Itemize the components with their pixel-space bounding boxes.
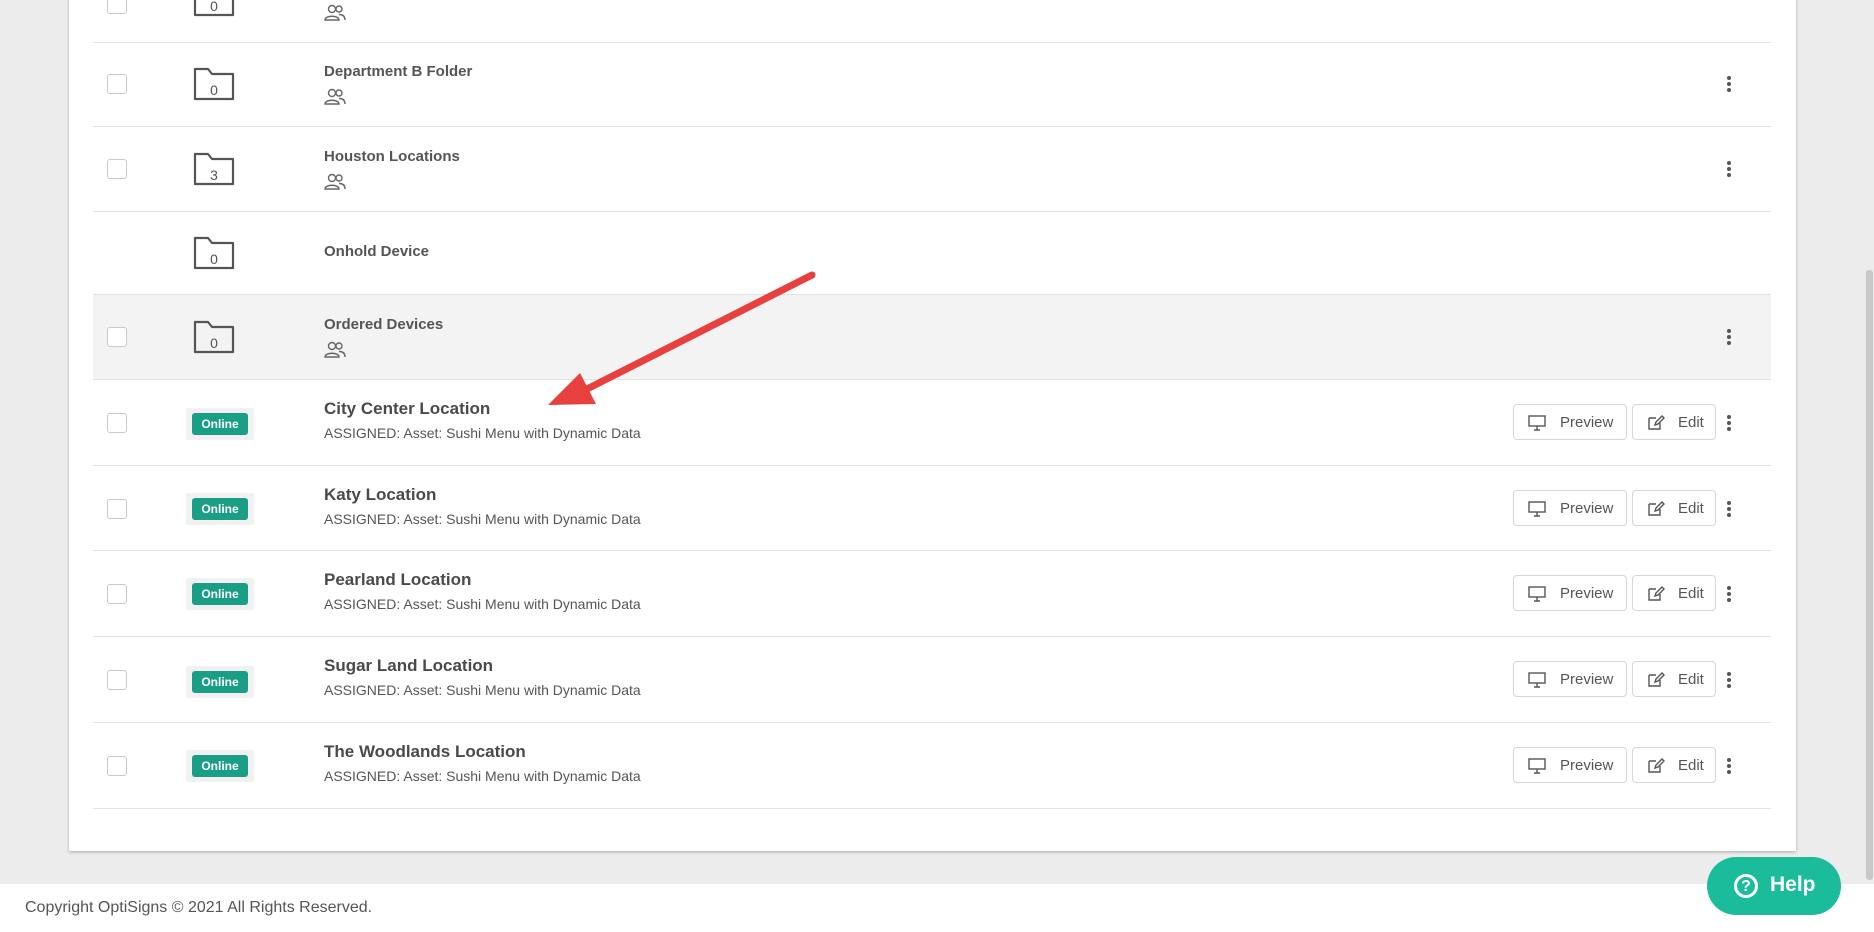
device-row[interactable]: Online Pearland Location ASSIGNED: Asset… bbox=[93, 551, 1771, 637]
folder-icon: 3 bbox=[192, 151, 236, 187]
folder-row[interactable]: 0 Ordered Devices bbox=[93, 295, 1771, 380]
folder-title[interactable]: Houston Locations bbox=[324, 148, 460, 165]
folder-icon: 0 bbox=[192, 0, 236, 18]
device-title[interactable]: Sugar Land Location bbox=[324, 656, 493, 676]
device-title[interactable]: Katy Location bbox=[324, 485, 436, 505]
device-title[interactable]: Pearland Location bbox=[324, 570, 471, 590]
screen-list-card: 0 0 Department B Folder 3 Houston Locati… bbox=[69, 0, 1796, 851]
row-checkbox[interactable] bbox=[107, 159, 127, 179]
row-menu-icon[interactable] bbox=[1725, 329, 1733, 347]
edit-button[interactable]: Edit bbox=[1632, 575, 1716, 611]
device-title[interactable]: The Woodlands Location bbox=[324, 742, 526, 762]
status-badge: Online bbox=[192, 413, 248, 435]
row-checkbox[interactable] bbox=[107, 0, 127, 14]
user-group-icon bbox=[324, 4, 346, 22]
edit-button[interactable]: Edit bbox=[1632, 661, 1716, 697]
device-row[interactable]: Online Katy Location ASSIGNED: Asset: Su… bbox=[93, 466, 1771, 551]
row-menu-icon[interactable] bbox=[1725, 161, 1733, 179]
folder-icon: 0 bbox=[192, 235, 236, 271]
monitor-icon bbox=[1528, 501, 1546, 517]
row-checkbox[interactable] bbox=[107, 670, 127, 690]
status-badge: Online bbox=[192, 583, 248, 605]
folder-title[interactable]: Onhold Device bbox=[324, 243, 429, 260]
folder-count: 0 bbox=[210, 335, 218, 351]
folder-count: 0 bbox=[210, 251, 218, 267]
folder-row[interactable]: 0 Onhold Device bbox=[93, 212, 1771, 295]
row-menu-icon[interactable] bbox=[1725, 672, 1733, 690]
row-menu-icon[interactable] bbox=[1725, 415, 1733, 433]
folder-icon: 0 bbox=[192, 66, 236, 102]
device-row[interactable]: Online The Woodlands Location ASSIGNED: … bbox=[93, 723, 1771, 809]
row-checkbox[interactable] bbox=[107, 584, 127, 604]
status-badge-frame: Online bbox=[186, 666, 254, 698]
row-checkbox[interactable] bbox=[107, 756, 127, 776]
folder-count: 0 bbox=[210, 82, 218, 98]
row-menu-icon[interactable] bbox=[1725, 501, 1733, 519]
folder-row[interactable]: 0 Department B Folder bbox=[93, 43, 1771, 127]
status-badge: Online bbox=[192, 671, 248, 693]
edit-icon bbox=[1648, 415, 1665, 430]
device-assignment: ASSIGNED: Asset: Sushi Menu with Dynamic… bbox=[324, 768, 641, 784]
status-badge-frame: Online bbox=[186, 493, 254, 525]
folder-count: 3 bbox=[210, 167, 218, 183]
preview-button[interactable]: Preview bbox=[1513, 490, 1627, 526]
folder-title[interactable]: Department B Folder bbox=[324, 63, 472, 80]
row-menu-icon[interactable] bbox=[1725, 586, 1733, 604]
device-assignment: ASSIGNED: Asset: Sushi Menu with Dynamic… bbox=[324, 425, 641, 441]
footer: Copyright OptiSigns © 2021 All Rights Re… bbox=[0, 884, 1874, 932]
edit-button[interactable]: Edit bbox=[1632, 404, 1716, 440]
device-row[interactable]: Online Sugar Land Location ASSIGNED: Ass… bbox=[93, 637, 1771, 723]
edit-button[interactable]: Edit bbox=[1632, 747, 1716, 783]
row-checkbox[interactable] bbox=[107, 499, 127, 519]
preview-button[interactable]: Preview bbox=[1513, 575, 1627, 611]
status-badge-frame: Online bbox=[186, 578, 254, 610]
monitor-icon bbox=[1528, 415, 1546, 431]
device-assignment: ASSIGNED: Asset: Sushi Menu with Dynamic… bbox=[324, 682, 641, 698]
device-row[interactable]: Online City Center Location ASSIGNED: As… bbox=[93, 380, 1771, 466]
preview-button[interactable]: Preview bbox=[1513, 661, 1627, 697]
status-badge-frame: Online bbox=[186, 408, 254, 440]
monitor-icon bbox=[1528, 758, 1546, 774]
preview-button[interactable]: Preview bbox=[1513, 747, 1627, 783]
row-checkbox[interactable] bbox=[107, 327, 127, 347]
edit-icon bbox=[1648, 501, 1665, 516]
device-title[interactable]: City Center Location bbox=[324, 399, 490, 419]
help-label: Help bbox=[1770, 873, 1816, 896]
row-menu-icon[interactable] bbox=[1725, 758, 1733, 776]
folder-row[interactable]: 3 Houston Locations bbox=[93, 127, 1771, 212]
edit-icon bbox=[1648, 672, 1665, 687]
folder-count: 0 bbox=[210, 0, 218, 14]
user-group-icon bbox=[324, 173, 346, 191]
help-icon: ? bbox=[1734, 874, 1758, 898]
status-badge-frame: Online bbox=[186, 750, 254, 782]
scrollbar[interactable] bbox=[1866, 270, 1873, 880]
row-menu-icon[interactable] bbox=[1725, 0, 1733, 2]
monitor-icon bbox=[1528, 586, 1546, 602]
folder-row[interactable]: 0 bbox=[93, 0, 1771, 43]
status-badge: Online bbox=[192, 755, 248, 777]
user-group-icon bbox=[324, 341, 346, 359]
folder-icon: 0 bbox=[192, 319, 236, 355]
device-assignment: ASSIGNED: Asset: Sushi Menu with Dynamic… bbox=[324, 596, 641, 612]
folder-title[interactable]: Ordered Devices bbox=[324, 316, 443, 333]
status-badge: Online bbox=[192, 498, 248, 520]
row-checkbox[interactable] bbox=[107, 74, 127, 94]
preview-button[interactable]: Preview bbox=[1513, 404, 1627, 440]
edit-button[interactable]: Edit bbox=[1632, 490, 1716, 526]
edit-icon bbox=[1648, 586, 1665, 601]
edit-icon bbox=[1648, 758, 1665, 773]
help-button[interactable]: ? Help bbox=[1707, 857, 1841, 915]
user-group-icon bbox=[324, 88, 346, 106]
monitor-icon bbox=[1528, 672, 1546, 688]
row-checkbox[interactable] bbox=[107, 413, 127, 433]
row-menu-icon[interactable] bbox=[1725, 76, 1733, 94]
copyright-text: Copyright OptiSigns © 2021 All Rights Re… bbox=[25, 899, 373, 916]
device-assignment: ASSIGNED: Asset: Sushi Menu with Dynamic… bbox=[324, 511, 641, 527]
